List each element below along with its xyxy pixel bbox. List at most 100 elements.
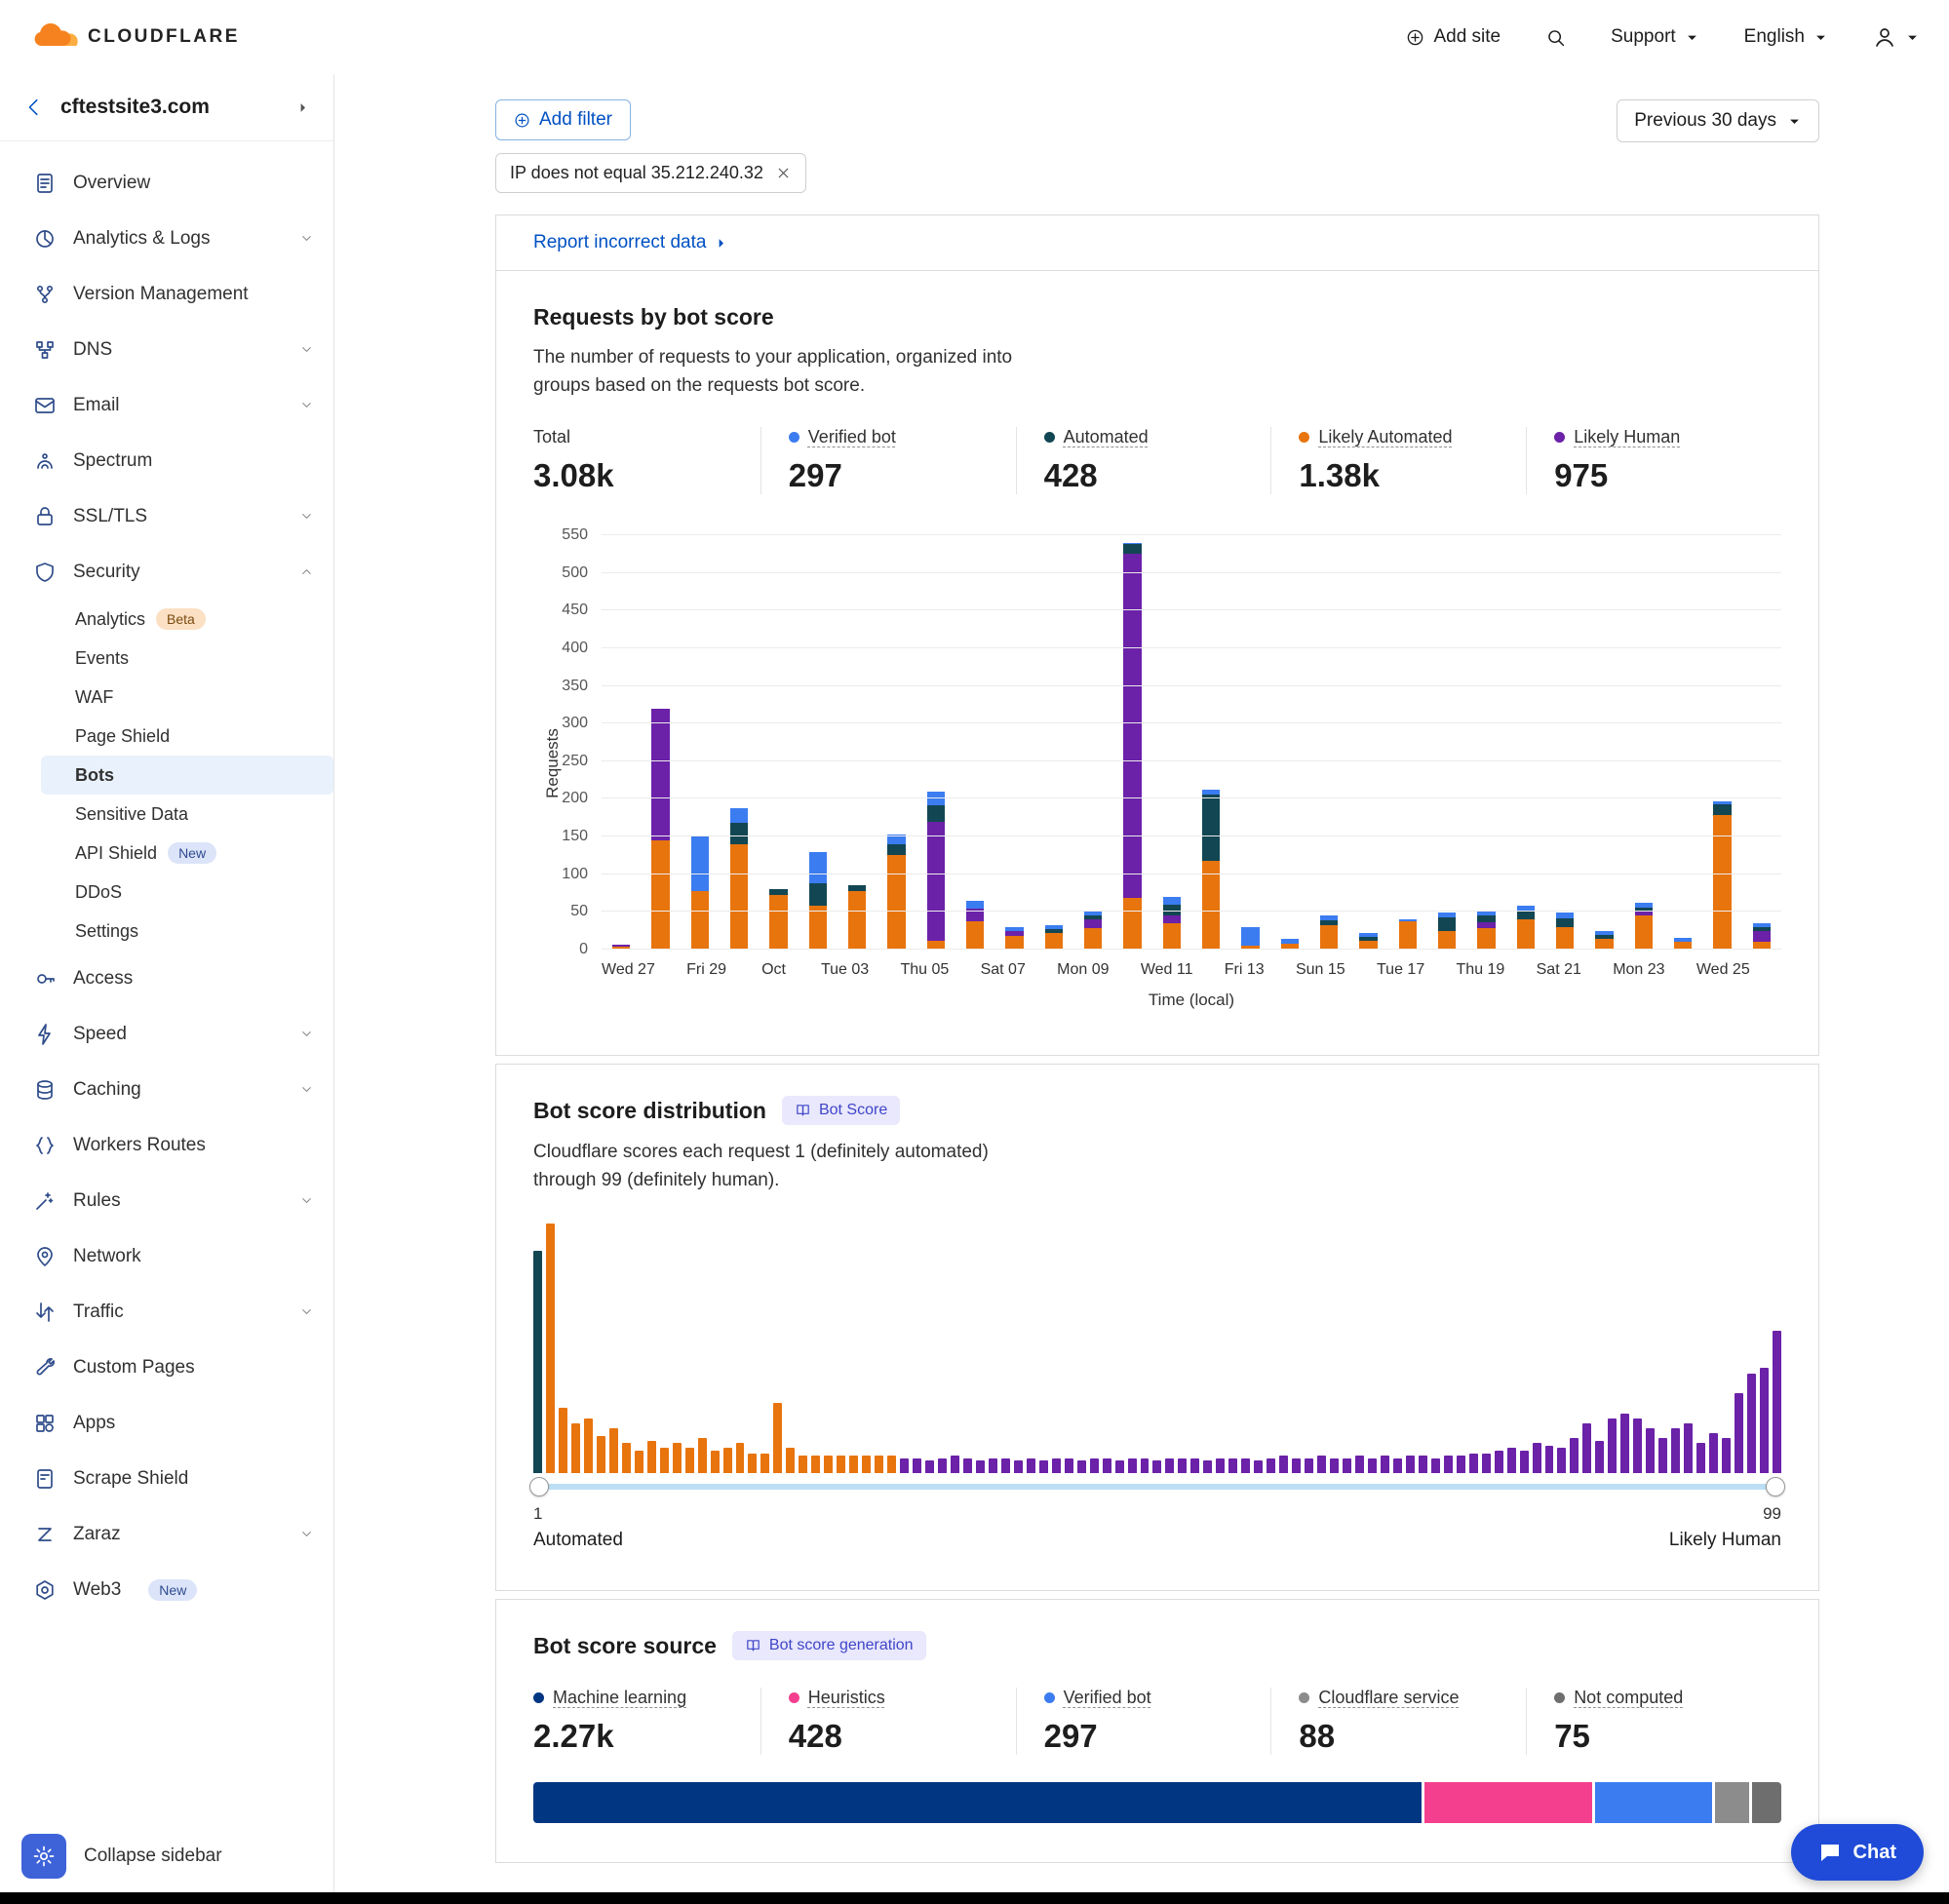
- sidebar-item-network[interactable]: Network: [0, 1228, 333, 1284]
- requests-chart-bar[interactable]: [1241, 535, 1259, 950]
- distribution-bar[interactable]: [799, 1456, 807, 1473]
- requests-chart-bar[interactable]: [848, 535, 866, 950]
- distribution-bar[interactable]: [1027, 1458, 1035, 1473]
- distribution-bar[interactable]: [989, 1458, 997, 1473]
- distribution-bar[interactable]: [1203, 1460, 1212, 1473]
- sidebar-item-security-page-shield[interactable]: Page Shield: [0, 717, 333, 756]
- sidebar-item-security[interactable]: Security: [0, 544, 333, 600]
- source-segment-machine-learning[interactable]: [533, 1782, 1422, 1823]
- distribution-bar[interactable]: [647, 1441, 656, 1473]
- distribution-bar[interactable]: [951, 1456, 959, 1473]
- distribution-bar[interactable]: [862, 1456, 871, 1473]
- filter-chip[interactable]: IP does not equal 35.212.240.32: [495, 153, 806, 193]
- distribution-bar[interactable]: [584, 1418, 593, 1473]
- bot-score-badge[interactable]: Bot Score: [782, 1096, 900, 1125]
- requests-chart-bar[interactable]: [1084, 535, 1102, 950]
- requests-chart-bar[interactable]: [1123, 535, 1141, 950]
- requests-chart-bar[interactable]: [1163, 535, 1181, 950]
- distribution-bar[interactable]: [1052, 1458, 1061, 1473]
- distribution-bar[interactable]: [824, 1456, 833, 1473]
- sidebar-item-custom-pages[interactable]: Custom Pages: [0, 1340, 333, 1395]
- distribution-bar[interactable]: [913, 1458, 921, 1473]
- distribution-bar[interactable]: [1343, 1458, 1351, 1473]
- preferences-button[interactable]: [21, 1834, 66, 1879]
- requests-chart-bar[interactable]: [1713, 535, 1731, 950]
- report-incorrect-data-link[interactable]: Report incorrect data: [533, 232, 728, 253]
- requests-chart-bar[interactable]: [1635, 535, 1653, 950]
- distribution-bar[interactable]: [811, 1456, 820, 1473]
- requests-chart-bar[interactable]: [1320, 535, 1338, 950]
- requests-chart-bar[interactable]: [1753, 535, 1771, 950]
- distribution-bar[interactable]: [1178, 1458, 1187, 1473]
- distribution-bar[interactable]: [571, 1423, 580, 1473]
- sidebar-item-access[interactable]: Access: [0, 951, 333, 1006]
- distribution-bar[interactable]: [1444, 1456, 1453, 1473]
- add-filter-button[interactable]: Add filter: [495, 99, 631, 140]
- distribution-bar[interactable]: [786, 1448, 795, 1473]
- distribution-bar[interactable]: [1709, 1433, 1718, 1473]
- requests-chart-bar[interactable]: [1399, 535, 1417, 950]
- distribution-bar[interactable]: [698, 1438, 707, 1473]
- distribution-bar[interactable]: [1393, 1458, 1402, 1473]
- distribution-bar[interactable]: [609, 1428, 618, 1473]
- requests-chart-bar[interactable]: [1674, 535, 1692, 950]
- distribution-bar[interactable]: [837, 1456, 845, 1473]
- distribution-bar[interactable]: [1431, 1458, 1440, 1473]
- back-arrow-icon[interactable]: [23, 97, 45, 118]
- sidebar-item-security-sensitive-data[interactable]: Sensitive Data: [0, 795, 333, 834]
- requests-chart-bar[interactable]: [1438, 535, 1456, 950]
- slider-handle-max[interactable]: [1766, 1477, 1785, 1496]
- requests-chart-bar[interactable]: [1202, 535, 1220, 950]
- sidebar-item-version-management[interactable]: Version Management: [0, 266, 333, 322]
- distribution-bar[interactable]: [1368, 1458, 1377, 1473]
- distribution-bar[interactable]: [1014, 1460, 1023, 1473]
- distribution-bar[interactable]: [1735, 1393, 1743, 1473]
- distribution-bar[interactable]: [925, 1460, 934, 1473]
- requests-chart-bar[interactable]: [1477, 535, 1495, 950]
- requests-chart-bar[interactable]: [612, 535, 630, 950]
- requests-chart-bar[interactable]: [1281, 535, 1299, 950]
- sidebar-item-security-analytics[interactable]: AnalyticsBeta: [0, 600, 333, 639]
- distribution-bar[interactable]: [1633, 1418, 1642, 1473]
- distribution-bar[interactable]: [1355, 1456, 1364, 1473]
- sidebar-item-overview[interactable]: Overview: [0, 155, 333, 211]
- distribution-bar[interactable]: [1165, 1458, 1174, 1473]
- language-menu[interactable]: English: [1744, 26, 1828, 48]
- distribution-bar[interactable]: [1545, 1446, 1554, 1473]
- sidebar-item-ssl-tls[interactable]: SSL/TLS: [0, 488, 333, 544]
- requests-chart-bar[interactable]: [1045, 535, 1063, 950]
- distribution-bar[interactable]: [1381, 1456, 1389, 1473]
- slider-handle-min[interactable]: [529, 1477, 549, 1496]
- sidebar-item-security-api-shield[interactable]: API ShieldNew: [0, 834, 333, 873]
- sidebar-item-zaraz[interactable]: Zaraz: [0, 1506, 333, 1562]
- requests-chart-bar[interactable]: [769, 535, 787, 950]
- distribution-bar[interactable]: [1722, 1438, 1731, 1473]
- source-segment-not-computed[interactable]: [1752, 1782, 1781, 1823]
- time-range-select[interactable]: Previous 30 days: [1617, 99, 1819, 142]
- requests-chart-bar[interactable]: [730, 535, 748, 950]
- sidebar-item-security-events[interactable]: Events: [0, 639, 333, 678]
- distribution-bar[interactable]: [1658, 1438, 1667, 1473]
- sidebar-item-traffic[interactable]: Traffic: [0, 1284, 333, 1340]
- distribution-bar[interactable]: [1152, 1460, 1161, 1473]
- distribution-bar[interactable]: [938, 1458, 947, 1473]
- source-segment-verified-bot[interactable]: [1595, 1782, 1711, 1823]
- sidebar-item-web3[interactable]: Web3New: [0, 1562, 333, 1617]
- distribution-bar[interactable]: [559, 1408, 567, 1473]
- distribution-bar[interactable]: [1330, 1458, 1339, 1473]
- collapse-sidebar-button[interactable]: Collapse sidebar: [84, 1846, 222, 1867]
- distribution-bar[interactable]: [622, 1443, 631, 1473]
- requests-chart-bar[interactable]: [1359, 535, 1377, 950]
- distribution-bar[interactable]: [1760, 1368, 1769, 1473]
- source-segment-heuristics[interactable]: [1424, 1782, 1592, 1823]
- distribution-bar[interactable]: [1254, 1460, 1263, 1473]
- distribution-bar[interactable]: [546, 1224, 555, 1473]
- distribution-bar[interactable]: [1773, 1331, 1781, 1473]
- distribution-bar[interactable]: [1419, 1456, 1427, 1473]
- distribution-bar[interactable]: [1267, 1458, 1275, 1473]
- distribution-bar[interactable]: [1065, 1458, 1073, 1473]
- distribution-bar[interactable]: [1696, 1443, 1705, 1473]
- distribution-bar[interactable]: [887, 1456, 896, 1473]
- support-menu[interactable]: Support: [1611, 26, 1699, 48]
- distribution-bar[interactable]: [1190, 1458, 1199, 1473]
